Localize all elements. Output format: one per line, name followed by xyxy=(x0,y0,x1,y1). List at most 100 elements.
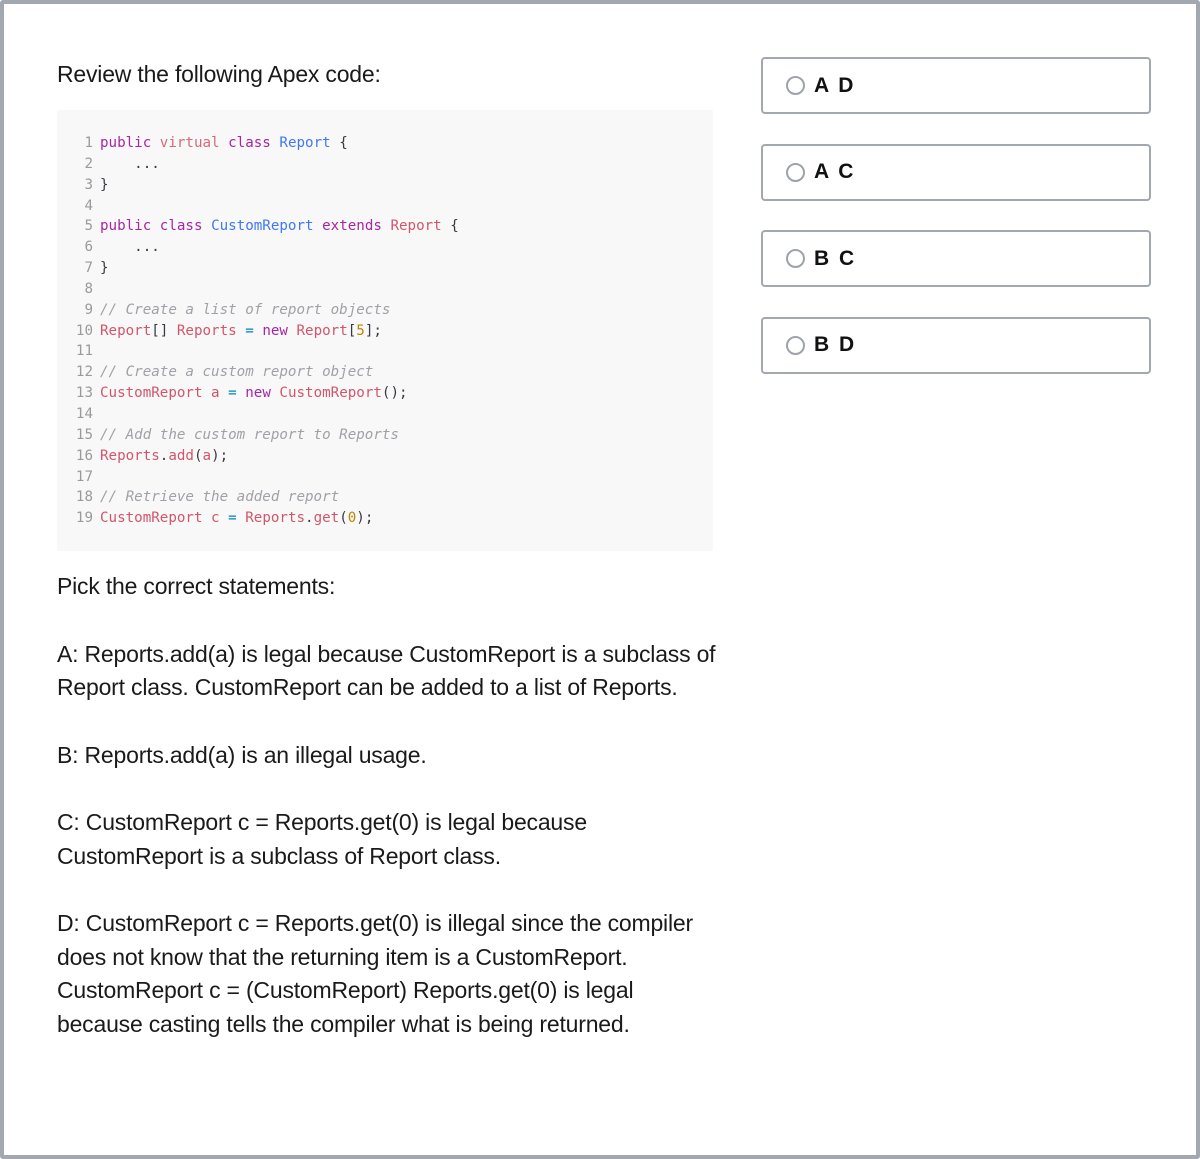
code-token: ( xyxy=(339,510,348,527)
code-token: // Add the custom report to Reports xyxy=(100,426,399,443)
radio-unchecked-icon[interactable] xyxy=(786,76,805,95)
code-text: CustomReport c = Reports.get(0); xyxy=(100,508,373,529)
code-line: 6 ... xyxy=(57,237,713,258)
code-token: ( xyxy=(193,447,203,464)
code-line: 7} xyxy=(57,258,713,279)
option-bc[interactable]: B C xyxy=(761,230,1151,287)
code-token: } xyxy=(100,176,109,193)
code-token: a xyxy=(202,447,212,464)
statement-a: A: Reports.add(a) is legal because Custo… xyxy=(57,640,716,701)
code-token: public xyxy=(100,135,152,151)
code-token: // Create a custom report object xyxy=(100,364,374,381)
line-number: 10 xyxy=(75,322,93,339)
code-line: 12 // Create a custom report object xyxy=(57,362,713,383)
code-token: = xyxy=(245,322,254,339)
option-label: B D xyxy=(814,333,857,356)
code-line: 18 // Retrieve the added report xyxy=(57,487,713,508)
code-token: new xyxy=(245,385,271,402)
code-token: 0 xyxy=(347,510,357,527)
option-ac[interactable]: A C xyxy=(761,143,1151,201)
code-token: ... xyxy=(100,239,160,256)
code-token: CustomReport xyxy=(100,385,203,402)
question-title: Review the following Apex code: xyxy=(57,61,381,87)
line-number: 13 xyxy=(75,385,93,402)
code-line: 3} xyxy=(57,175,713,196)
code-token: } xyxy=(100,260,109,277)
question-panel: Review the following Apex code: 1 public … xyxy=(57,58,717,1041)
code-text: public virtual class Report { xyxy=(100,133,348,154)
line-number: 1 xyxy=(84,135,93,151)
code-token: class xyxy=(159,218,203,235)
code-token: Report xyxy=(100,322,152,339)
code-line: 17 xyxy=(57,467,713,488)
code-token: get xyxy=(313,510,340,527)
code-line: 2 ... xyxy=(57,154,713,175)
code-token: ); xyxy=(211,447,229,464)
code-token: a xyxy=(211,385,220,402)
code-token: [] xyxy=(151,322,177,339)
radio-unchecked-icon[interactable] xyxy=(786,335,805,355)
option-ad[interactable]: A D xyxy=(761,57,1151,114)
code-line: 11 xyxy=(57,341,713,362)
line-number: 14 xyxy=(75,405,93,422)
option-bd[interactable]: B D xyxy=(761,316,1151,374)
code-token: Report xyxy=(296,322,348,339)
radio-unchecked-icon[interactable] xyxy=(786,162,805,182)
code-text: // Add the custom report to Reports xyxy=(100,425,399,446)
code-text: Reports.add(a); xyxy=(100,446,228,467)
code-token: Reports xyxy=(100,447,160,464)
line-number: 18 xyxy=(75,489,93,506)
line-number: 17 xyxy=(75,468,93,485)
code-text: public class CustomReport extends Report… xyxy=(100,216,459,237)
line-number: 5 xyxy=(84,218,93,235)
code-token: Reports xyxy=(245,510,306,527)
code-line: 19 CustomReport c = Reports.get(0); xyxy=(57,508,713,529)
code-line: 14 xyxy=(57,404,713,425)
code-token: . xyxy=(305,510,314,527)
line-number: 2 xyxy=(84,155,93,172)
code-token: Report xyxy=(390,218,442,235)
line-number: 6 xyxy=(84,239,93,256)
statement-b: B: Reports.add(a) is an illegal usage. xyxy=(57,741,427,768)
radio-unchecked-icon[interactable] xyxy=(786,249,805,268)
statement-d: D: CustomReport c = Reports.get(0) is il… xyxy=(57,910,693,1037)
code-text: // Create a list of report objects xyxy=(100,300,390,321)
code-text: } xyxy=(100,175,109,196)
option-label: A C xyxy=(814,160,856,183)
code-line: 1 public virtual class Report { xyxy=(57,133,713,154)
prompt-text: Pick the correct statements: xyxy=(57,573,336,600)
line-number: 3 xyxy=(84,176,93,193)
code-line: 13 CustomReport a = new CustomReport(); xyxy=(57,383,713,404)
option-label: B C xyxy=(814,246,857,270)
code-token: public xyxy=(100,218,152,235)
code-line: 4 xyxy=(57,196,713,217)
code-line: 8 xyxy=(57,279,713,300)
code-text: CustomReport a = new CustomReport(); xyxy=(100,383,408,404)
code-token: // Retrieve the added report xyxy=(100,489,340,506)
code-token: ]; xyxy=(364,322,382,339)
code-line: 5 public class CustomReport extends Repor… xyxy=(57,216,713,237)
code-token: Reports xyxy=(176,322,237,339)
code-line: 16 Reports.add(a); xyxy=(57,446,713,467)
line-number: 16 xyxy=(75,447,93,464)
line-number: 9 xyxy=(84,301,93,318)
code-token: ... xyxy=(100,155,160,172)
statements-section: Pick the correct statements: A: Reports.… xyxy=(57,570,717,1041)
code-token: virtual xyxy=(159,135,220,151)
option-label: A D xyxy=(814,73,856,97)
code-token: ); xyxy=(356,510,374,527)
code-text: // Retrieve the added report xyxy=(100,487,339,508)
code-token: CustomReport xyxy=(211,218,314,235)
code-text: ... xyxy=(100,237,160,258)
line-number: 19 xyxy=(75,510,93,527)
code-token: = xyxy=(228,385,237,402)
